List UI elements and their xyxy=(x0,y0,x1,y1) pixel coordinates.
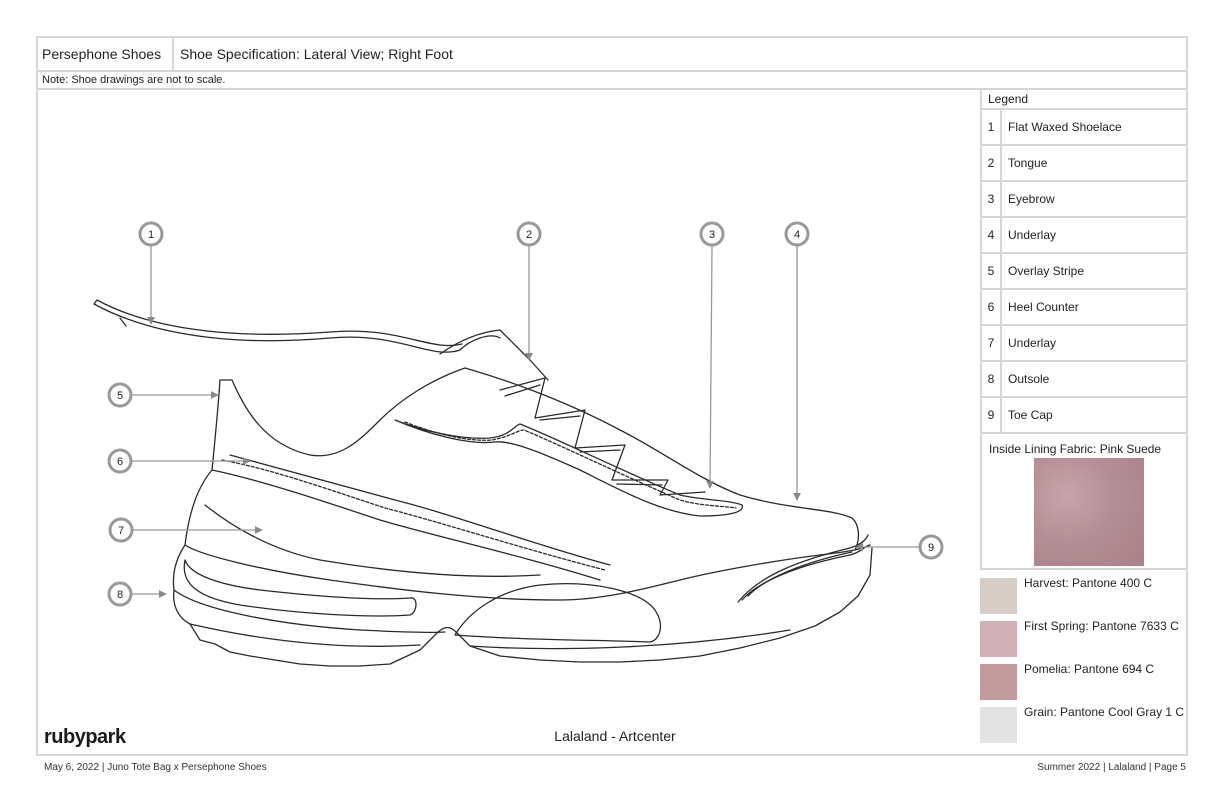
callout-label-5: 5 xyxy=(117,390,123,402)
legend-number: 8 xyxy=(982,362,1002,396)
callout-label-1: 1 xyxy=(148,229,154,241)
legend-label: Flat Waxed Shoelace xyxy=(1008,120,1122,134)
tongue-outline xyxy=(439,329,549,381)
callout-label-9: 9 xyxy=(928,542,934,554)
callout-label-6: 6 xyxy=(117,456,123,468)
legend-number: 3 xyxy=(982,182,1002,216)
lining-panel: Inside Lining Fabric: Pink Suede xyxy=(980,434,1188,570)
heel-counter xyxy=(211,469,601,581)
spec-title: Shoe Specification: Lateral View; Right … xyxy=(180,46,453,62)
legend-row: 5 Overlay Stripe xyxy=(980,254,1188,290)
legend-label: Outsole xyxy=(1008,372,1050,386)
legend-label: Overlay Stripe xyxy=(1008,264,1085,278)
color-swatch-row: Harvest: Pantone 400 C xyxy=(980,570,1188,614)
callout-label-3: 3 xyxy=(709,229,715,241)
legend-number: 1 xyxy=(982,110,1002,144)
legend-label: Underlay xyxy=(1008,336,1057,350)
color-chip xyxy=(980,664,1017,700)
heel-collar xyxy=(219,367,466,457)
brand-name: Persephone Shoes xyxy=(38,38,174,70)
legend-label: Eyebrow xyxy=(1008,192,1055,206)
legend-row: 8 Outsole xyxy=(980,362,1188,398)
color-label: Pomelia: Pantone 694 C xyxy=(1024,662,1155,676)
color-label: First Spring: Pantone 7633 C xyxy=(1024,619,1179,633)
legend-label: Heel Counter xyxy=(1008,300,1079,314)
legend-number: 7 xyxy=(982,326,1002,360)
callout-label-7: 7 xyxy=(118,525,124,537)
color-label: Harvest: Pantone 400 C xyxy=(1024,576,1153,590)
legend-number: 4 xyxy=(982,218,1002,252)
shoelace-cross xyxy=(499,377,706,496)
pink-suede-swatch xyxy=(1034,458,1144,566)
legend-number: 9 xyxy=(982,398,1002,432)
callout-label-4: 4 xyxy=(794,229,800,241)
eyestay xyxy=(394,419,743,517)
legend-number: 2 xyxy=(982,146,1002,180)
legend-row: 6 Heel Counter xyxy=(980,290,1188,326)
legend-row: 1 Flat Waxed Shoelace xyxy=(980,110,1188,146)
legend-label: Tongue xyxy=(1008,156,1048,170)
legend-row: 4 Underlay xyxy=(980,218,1188,254)
color-label: Grain: Pantone Cool Gray 1 C xyxy=(1024,705,1185,719)
callout-label-8: 8 xyxy=(117,589,123,601)
legend-label: Toe Cap xyxy=(1008,408,1053,422)
legend-number: 5 xyxy=(982,254,1002,288)
legend-title: Legend xyxy=(980,90,1188,110)
color-swatch-row: First Spring: Pantone 7633 C xyxy=(980,613,1188,657)
legend-row: 9 Toe Cap xyxy=(980,398,1188,434)
legend-number: 6 xyxy=(982,290,1002,324)
callout-label-2: 2 xyxy=(526,229,532,241)
drawing-caption: Lalaland - Artcenter xyxy=(554,728,676,744)
color-chip xyxy=(980,707,1017,743)
toe-cap xyxy=(737,534,869,603)
legend-panel: Legend 1 Flat Waxed Shoelace 2 Tongue 3 Eyebr… xyxy=(980,90,1188,434)
color-chip xyxy=(980,578,1017,614)
legend-row: 3 Eyebrow xyxy=(980,182,1188,218)
lining-title: Inside Lining Fabric: Pink Suede xyxy=(989,442,1162,456)
rubypark-logo: rubypark xyxy=(44,726,126,748)
color-chip xyxy=(980,621,1017,657)
footer-left: May 6, 2022 | Juno Tote Bag x Persephone… xyxy=(44,762,267,773)
legend-label: Underlay xyxy=(1008,228,1057,242)
upper-outline xyxy=(464,367,860,551)
legend-row: 7 Underlay xyxy=(980,326,1188,362)
legend-row: 2 Tongue xyxy=(980,146,1188,182)
footer-right: Summer 2022 | Lalaland | Page 5 xyxy=(1037,762,1186,773)
scale-note: Note: Shoe drawings are not to scale. xyxy=(36,72,1188,90)
color-swatch-row: Pomelia: Pantone 694 C xyxy=(980,656,1188,700)
color-swatch-row: Grain: Pantone Cool Gray 1 C xyxy=(980,699,1188,743)
spec-header: Persephone Shoes Shoe Specification: Lat… xyxy=(36,36,1188,72)
shoe-drawing: 1 2 3 4 5 6 7 8 9 xyxy=(93,221,944,667)
